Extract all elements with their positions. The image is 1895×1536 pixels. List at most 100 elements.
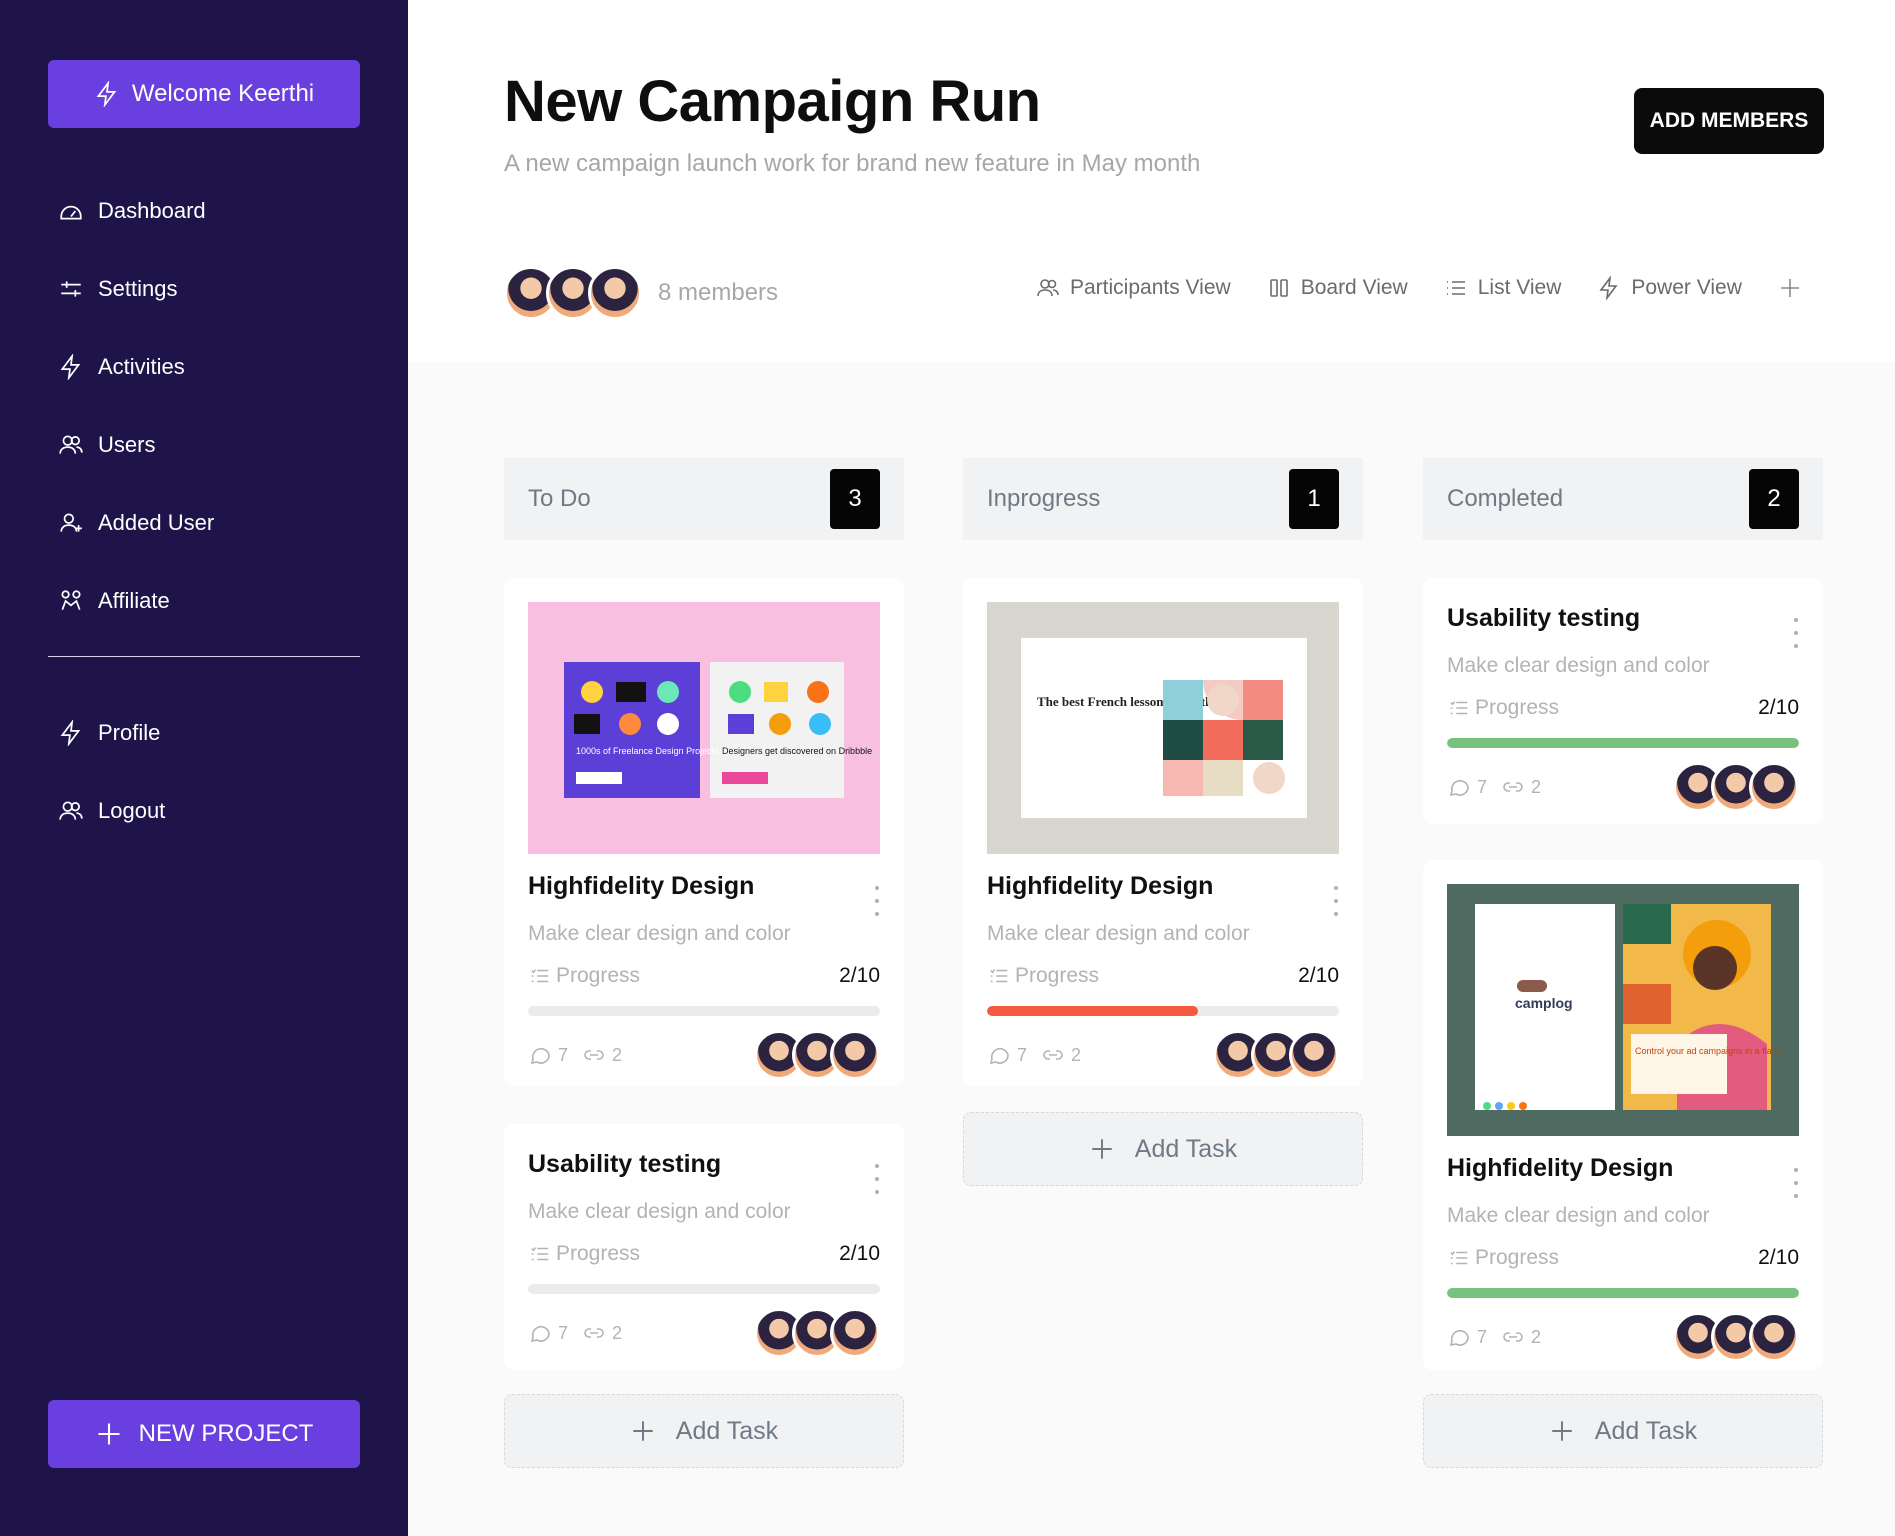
progress-bar xyxy=(528,1006,880,1016)
links-count[interactable]: 2 xyxy=(582,1043,622,1067)
sidebar-item-dashboard[interactable]: Dashboard xyxy=(58,172,214,250)
tab-list-view[interactable]: List View xyxy=(1444,276,1561,300)
task-card[interactable]: camplog Control your ad campaigns in a f… xyxy=(1423,860,1823,1370)
comments-count[interactable]: 7 xyxy=(1447,1325,1487,1349)
dashboard-icon xyxy=(60,205,82,220)
more-options-icon[interactable] xyxy=(1333,886,1339,916)
tab-board-view[interactable]: Board View xyxy=(1267,276,1408,300)
card-image: The best French lesson are with Anaïs xyxy=(987,602,1339,854)
link-icon xyxy=(1503,782,1523,792)
progress-label-text: Progress xyxy=(556,1242,641,1265)
more-options-icon[interactable] xyxy=(1793,618,1799,648)
progress-bar xyxy=(987,1006,1339,1016)
links-count[interactable]: 2 xyxy=(582,1321,622,1345)
progress-value: 2/10 xyxy=(1758,696,1799,719)
task-card[interactable]: Usability testing Make clear design and … xyxy=(504,1124,904,1370)
card-title: Highfidelity Design xyxy=(987,872,1214,900)
card-description: Make clear design and color xyxy=(987,922,1250,945)
tab-label: Participants View xyxy=(1070,276,1231,299)
bolt-icon xyxy=(60,354,81,380)
comment-icon xyxy=(1449,779,1469,797)
add-view-icon[interactable] xyxy=(1778,276,1802,300)
more-options-icon[interactable] xyxy=(1793,1168,1799,1198)
sidebar-item-settings[interactable]: Settings xyxy=(58,250,214,328)
avatar xyxy=(588,266,642,320)
card-description: Make clear design and color xyxy=(1447,654,1710,677)
add-task-button[interactable]: Add Task xyxy=(504,1394,904,1468)
card-assignees[interactable] xyxy=(1673,1312,1799,1362)
page-header: New Campaign Run A new campaign launch w… xyxy=(408,0,1895,362)
comments-count[interactable]: 7 xyxy=(528,1321,568,1345)
sidebar-item-label: Affiliate xyxy=(98,588,170,613)
avatar xyxy=(830,1030,880,1080)
sidebar-nav: Dashboard Settings Activities Users Adde… xyxy=(58,172,214,640)
bolt-icon xyxy=(96,81,117,107)
plus-icon xyxy=(1552,1421,1572,1441)
progress-bar-fill xyxy=(1447,738,1799,748)
tab-label: Board View xyxy=(1300,276,1408,299)
tab-power-view[interactable]: Power View xyxy=(1597,276,1742,300)
column-title: Inprogress xyxy=(987,485,1101,512)
progress-bar-fill xyxy=(987,1006,1199,1016)
page-title: New Campaign Run xyxy=(504,69,1041,134)
new-project-label: NEW PROJECT xyxy=(138,1420,314,1447)
members-group[interactable]: 8 members xyxy=(504,266,778,320)
links-count[interactable]: 2 xyxy=(1501,775,1541,799)
checklist-icon xyxy=(531,969,549,983)
link-icon xyxy=(584,1050,604,1060)
link-icon xyxy=(1503,1332,1523,1342)
card-title: Highfidelity Design xyxy=(528,872,755,900)
column-title: Completed xyxy=(1447,485,1564,512)
progress-label-text: Progress xyxy=(1475,696,1560,719)
card-title: Usability testing xyxy=(1447,604,1641,632)
card-assignees[interactable] xyxy=(1213,1030,1339,1080)
more-options-icon[interactable] xyxy=(874,886,880,916)
links-value: 2 xyxy=(612,1322,623,1343)
columns-icon xyxy=(1269,279,1288,297)
comments-count[interactable]: 7 xyxy=(528,1043,568,1067)
avatar xyxy=(1289,1030,1339,1080)
comments-count[interactable]: 7 xyxy=(987,1043,1027,1067)
checklist-icon xyxy=(1450,701,1468,715)
links-count[interactable]: 2 xyxy=(1041,1043,1081,1067)
card-assignees[interactable] xyxy=(1673,762,1799,812)
links-count[interactable]: 2 xyxy=(1501,1325,1541,1349)
user-plus-icon xyxy=(60,513,82,532)
tab-participants-view[interactable]: Participants View xyxy=(1036,276,1231,300)
add-task-label: Add Task xyxy=(1134,1134,1238,1163)
progress-label-text: Progress xyxy=(1015,964,1100,987)
card-title: Usability testing xyxy=(528,1150,722,1178)
link-icon xyxy=(584,1328,604,1338)
sidebar-secondary-nav: Profile Logout xyxy=(58,694,165,850)
sidebar-item-added-user[interactable]: Added User xyxy=(58,484,214,562)
sidebar-item-affiliate[interactable]: Affiliate xyxy=(58,562,214,640)
add-task-button[interactable]: Add Task xyxy=(963,1112,1363,1186)
task-card[interactable]: The best French lesson are with Anaïs Hi… xyxy=(963,578,1363,1086)
add-members-button[interactable]: ADD MEMBERS xyxy=(1634,88,1824,154)
links-value: 2 xyxy=(612,1044,623,1065)
bolt-icon xyxy=(1599,276,1618,300)
more-options-icon[interactable] xyxy=(874,1164,880,1194)
comment-icon xyxy=(530,1325,550,1343)
task-card[interactable]: 1000s of Freelance Design Projects await… xyxy=(504,578,904,1086)
progress-value: 2/10 xyxy=(1758,1246,1799,1269)
sidebar-item-profile[interactable]: Profile xyxy=(58,694,165,772)
sidebar-item-users[interactable]: Users xyxy=(58,406,214,484)
sidebar-item-label: Activities xyxy=(98,354,185,379)
new-project-button[interactable]: NEW PROJECT xyxy=(48,1400,360,1468)
card-assignees[interactable] xyxy=(754,1308,880,1358)
task-card[interactable]: Usability testing Make clear design and … xyxy=(1423,578,1823,824)
comments-count[interactable]: 7 xyxy=(1447,775,1487,799)
sidebar-item-activities[interactable]: Activities xyxy=(58,328,214,406)
card-image: 1000s of Freelance Design Projects await… xyxy=(528,602,880,854)
welcome-button[interactable]: Welcome Keerthi xyxy=(48,60,360,128)
progress-bar xyxy=(1447,738,1799,748)
column-header: Inprogress 1 xyxy=(963,458,1363,540)
comments-value: 7 xyxy=(558,1322,569,1343)
card-assignees[interactable] xyxy=(754,1030,880,1080)
sidebar-item-logout[interactable]: Logout xyxy=(58,772,165,850)
add-task-button[interactable]: Add Task xyxy=(1423,1394,1823,1468)
sidebar-item-label: Added User xyxy=(98,510,215,535)
column-header: To Do 3 xyxy=(504,458,904,540)
freelance-design-art: 1000s of Freelance Design Projects await… xyxy=(564,662,872,798)
